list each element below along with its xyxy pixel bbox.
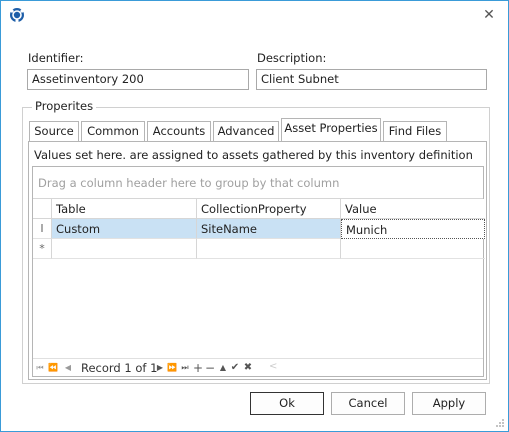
tab-source[interactable]: Source [29,121,79,141]
next-page-icon[interactable]: ⏩ [167,361,177,375]
scroll-left-icon[interactable]: < [269,361,277,372]
table-cell[interactable]: Custom [52,219,197,239]
description-label: Description: [257,51,327,65]
record-counter: Record 1 of 1 [81,361,158,375]
delete-icon[interactable]: − [205,361,215,375]
properties-grid: Drag a column header here to group by th… [32,166,485,377]
close-icon: ✕ [483,7,495,23]
next-record-icon[interactable]: ▶ [155,361,165,375]
edit-icon[interactable]: ▲ [218,361,228,375]
new-row-cell[interactable] [341,239,485,259]
tab-common[interactable]: Common [81,121,145,141]
tab-asset-properties[interactable]: Asset Properties [281,118,381,141]
group-by-panel[interactable]: Drag a column header here to group by th… [33,167,483,199]
app-globe-icon [10,8,24,23]
first-page-icon[interactable]: ⏮ [35,361,45,375]
grid-navigator: ⏮ ⏪ ◀ Record 1 of 1 ▶ ⏩ ⏭ + − ▲ ✔ ✖ < [33,358,483,376]
new-row-cell[interactable] [197,239,341,259]
row-indicator-header [33,199,52,219]
properties-groupbox-label: Properites [32,99,97,113]
cancel-button[interactable]: Cancel [331,392,405,415]
previous-record-icon[interactable]: ◀ [63,361,73,375]
dialog-window: ✕ Identifier: Assetinventory 200 Descrip… [0,0,509,432]
identifier-label: Identifier: [28,51,84,65]
apply-button[interactable]: Apply [412,392,486,415]
new-row-cell[interactable] [52,239,197,259]
tab-advanced[interactable]: Advanced [213,121,279,141]
info-text: Values set here. are assigned to assets … [34,148,473,162]
description-field[interactable]: Client Subnet [256,69,487,90]
last-page-icon[interactable]: ⏭ [180,361,190,375]
tab-accounts[interactable]: Accounts [147,121,211,141]
table-cell-focused[interactable]: Munich [341,219,485,239]
previous-page-icon[interactable]: ⏪ [48,361,58,375]
cancel-edit-icon[interactable]: ✖ [243,361,253,375]
append-icon[interactable]: + [193,361,203,375]
identifier-field[interactable]: Assetinventory 200 [27,69,249,90]
resize-grip-icon[interactable] [495,418,505,428]
column-header-collectionproperty[interactable]: CollectionProperty [197,199,341,219]
column-header-value[interactable]: Value [341,199,485,219]
row-edit-indicator: I [33,219,52,239]
new-row-indicator: * [33,239,52,259]
tab-find-files[interactable]: Find Files [383,121,447,141]
asset-properties-panel: Values set here. are assigned to assets … [28,141,487,380]
table-cell[interactable]: SiteName [197,219,341,239]
column-header-table[interactable]: Table [52,199,197,219]
end-edit-icon[interactable]: ✔ [230,361,240,375]
close-button[interactable]: ✕ [478,5,500,25]
ok-button[interactable]: Ok [250,392,324,415]
